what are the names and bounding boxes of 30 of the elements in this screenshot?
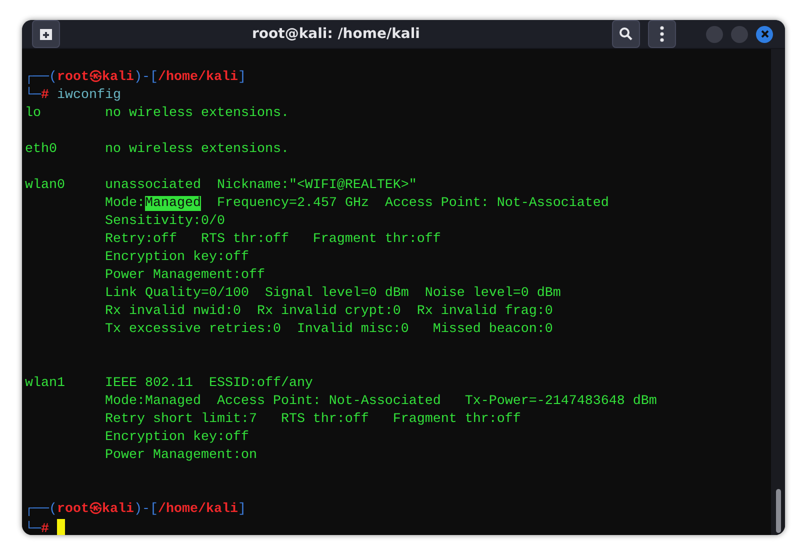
output-line: Sensitivity:0/0 (104, 213, 225, 231)
output-line: wlan0 unassociated Nickname:"<WIFI@REALTEK>" (25, 177, 417, 195)
output-line: lo no wireless extensions. (25, 105, 289, 123)
command-line: └─# iwconfig (25, 87, 121, 105)
output-line: Link Quality=0/100 Signal level=0 dBm Noise level=0 dBm (104, 285, 561, 303)
window-title: root@kali: /home/kali (251, 26, 421, 42)
command-line: └─# (25, 519, 65, 535)
search-icon (619, 27, 633, 41)
output-line: wlan1 IEEE 802.11 ESSID:off/any (25, 375, 313, 393)
close-button[interactable] (756, 26, 773, 42)
output-line: Mode:Managed Frequency=2.457 GHz Access Point: Not-Associated (104, 195, 609, 213)
menu-icon (660, 26, 664, 42)
output-line: Retry:off RTS thr:off Fragment thr:off (104, 231, 441, 249)
new-tab-button[interactable] (32, 20, 60, 48)
scrollbar[interactable] (771, 49, 785, 535)
output-line: Tx excessive retries:0 Invalid misc:0 Missed beacon:0 (104, 321, 553, 339)
output-line: Retry short limit:7 RTS thr:off Fragment thr:off (104, 411, 521, 429)
new-tab-icon (38, 27, 54, 41)
menu-button[interactable] (648, 20, 676, 48)
output-line: Encryption key:off (104, 249, 249, 267)
output-line: Power Management:off (104, 267, 265, 285)
close-icon (760, 30, 768, 38)
prompt-line: ┌──(root㉿kali)-[/home/kali] (25, 501, 246, 519)
output-line: Mode:Managed Access Point: Not-Associated Tx-Power=-2147483648 dBm (104, 393, 657, 411)
output-line: eth0 no wireless extensions. (25, 141, 289, 159)
output-line: Power Management:on (104, 447, 257, 465)
prompt-line: ┌──(root㉿kali)-[/home/kali] (25, 69, 246, 86)
output-line: Encryption key:off (104, 429, 249, 447)
output-line: Rx invalid nwid:0 Rx invalid crypt:0 Rx invalid frag:0 (104, 303, 553, 321)
search-button[interactable] (612, 20, 640, 48)
